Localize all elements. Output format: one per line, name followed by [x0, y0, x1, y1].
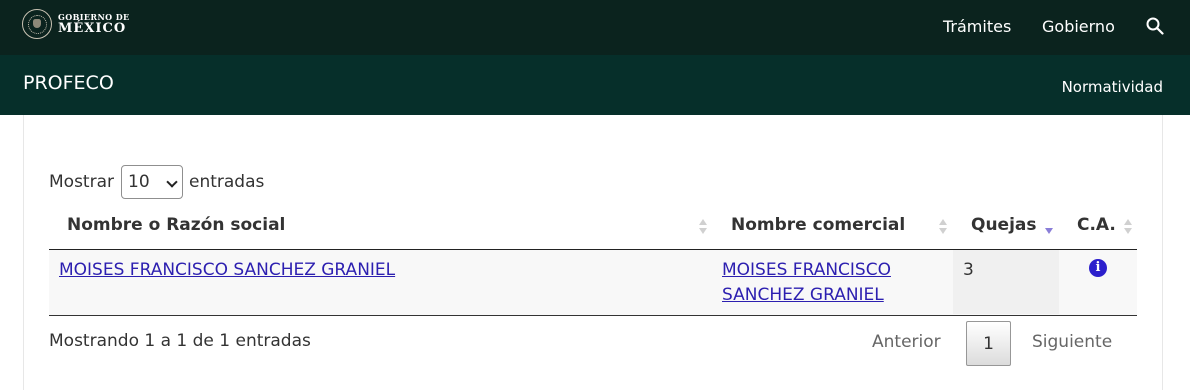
pagination-page-1[interactable]: 1: [966, 321, 1011, 366]
search-icon[interactable]: [1146, 17, 1164, 35]
chevron-down-icon: [162, 166, 182, 198]
table-header: Nombre o Razón social Nombre comercial Q…: [49, 205, 1137, 250]
entries-label: entradas: [189, 172, 265, 192]
table-info: Mostrando 1 a 1 de 1 entradas: [49, 331, 311, 351]
table-row: MOISES FRANCISCO SANCHEZ GRANIEL MOISES …: [49, 250, 1137, 316]
cell-razon-social: MOISES FRANCISCO SANCHEZ GRANIEL: [59, 258, 699, 283]
profeco-subheader: PROFECO Normatividad: [0, 55, 1190, 115]
nav-tramites[interactable]: Trámites: [943, 17, 1011, 36]
site-title[interactable]: PROFECO: [23, 72, 114, 94]
sort-descending-icon: [1045, 219, 1053, 235]
nombre-comercial-link[interactable]: MOISES FRANCISCO SANCHEZ GRANIEL: [722, 260, 891, 305]
column-header-razon-social[interactable]: Nombre o Razón social: [67, 215, 285, 235]
column-header-nombre-comercial[interactable]: Nombre comercial: [731, 215, 905, 235]
page-length-select[interactable]: 10: [121, 165, 183, 199]
page-length-control: Mostrar 10 entradas: [49, 165, 264, 199]
nav-gobierno[interactable]: Gobierno: [1042, 17, 1115, 36]
cell-nombre-comercial: MOISES FRANCISCO SANCHEZ GRANIEL: [722, 258, 942, 308]
logo-text: GOBIERNO DE MÉXICO: [58, 13, 130, 35]
logo-line-1: GOBIERNO DE: [58, 12, 130, 22]
show-label: Mostrar: [49, 172, 114, 192]
sort-icon: [699, 219, 707, 235]
pagination-previous[interactable]: Anterior: [872, 332, 941, 352]
nav-normatividad[interactable]: Normatividad: [1062, 78, 1163, 96]
government-header: GOBIERNO DE MÉXICO Trámites Gobierno: [0, 0, 1190, 55]
sort-icon: [939, 219, 947, 235]
page-length-value: 10: [128, 172, 150, 192]
column-header-quejas[interactable]: Quejas: [971, 215, 1037, 235]
gobierno-logo[interactable]: GOBIERNO DE MÉXICO: [22, 9, 130, 39]
razon-social-link[interactable]: MOISES FRANCISCO SANCHEZ GRANIEL: [59, 260, 395, 280]
column-header-ca[interactable]: C.A.: [1077, 215, 1116, 235]
info-circle-icon[interactable]: i: [1089, 259, 1107, 277]
sort-icon: [1124, 219, 1132, 235]
pagination-next[interactable]: Siguiente: [1032, 332, 1112, 352]
logo-line-2: MÉXICO: [58, 21, 127, 36]
mexico-seal-icon: [22, 9, 52, 39]
cell-quejas: 3: [963, 260, 974, 280]
